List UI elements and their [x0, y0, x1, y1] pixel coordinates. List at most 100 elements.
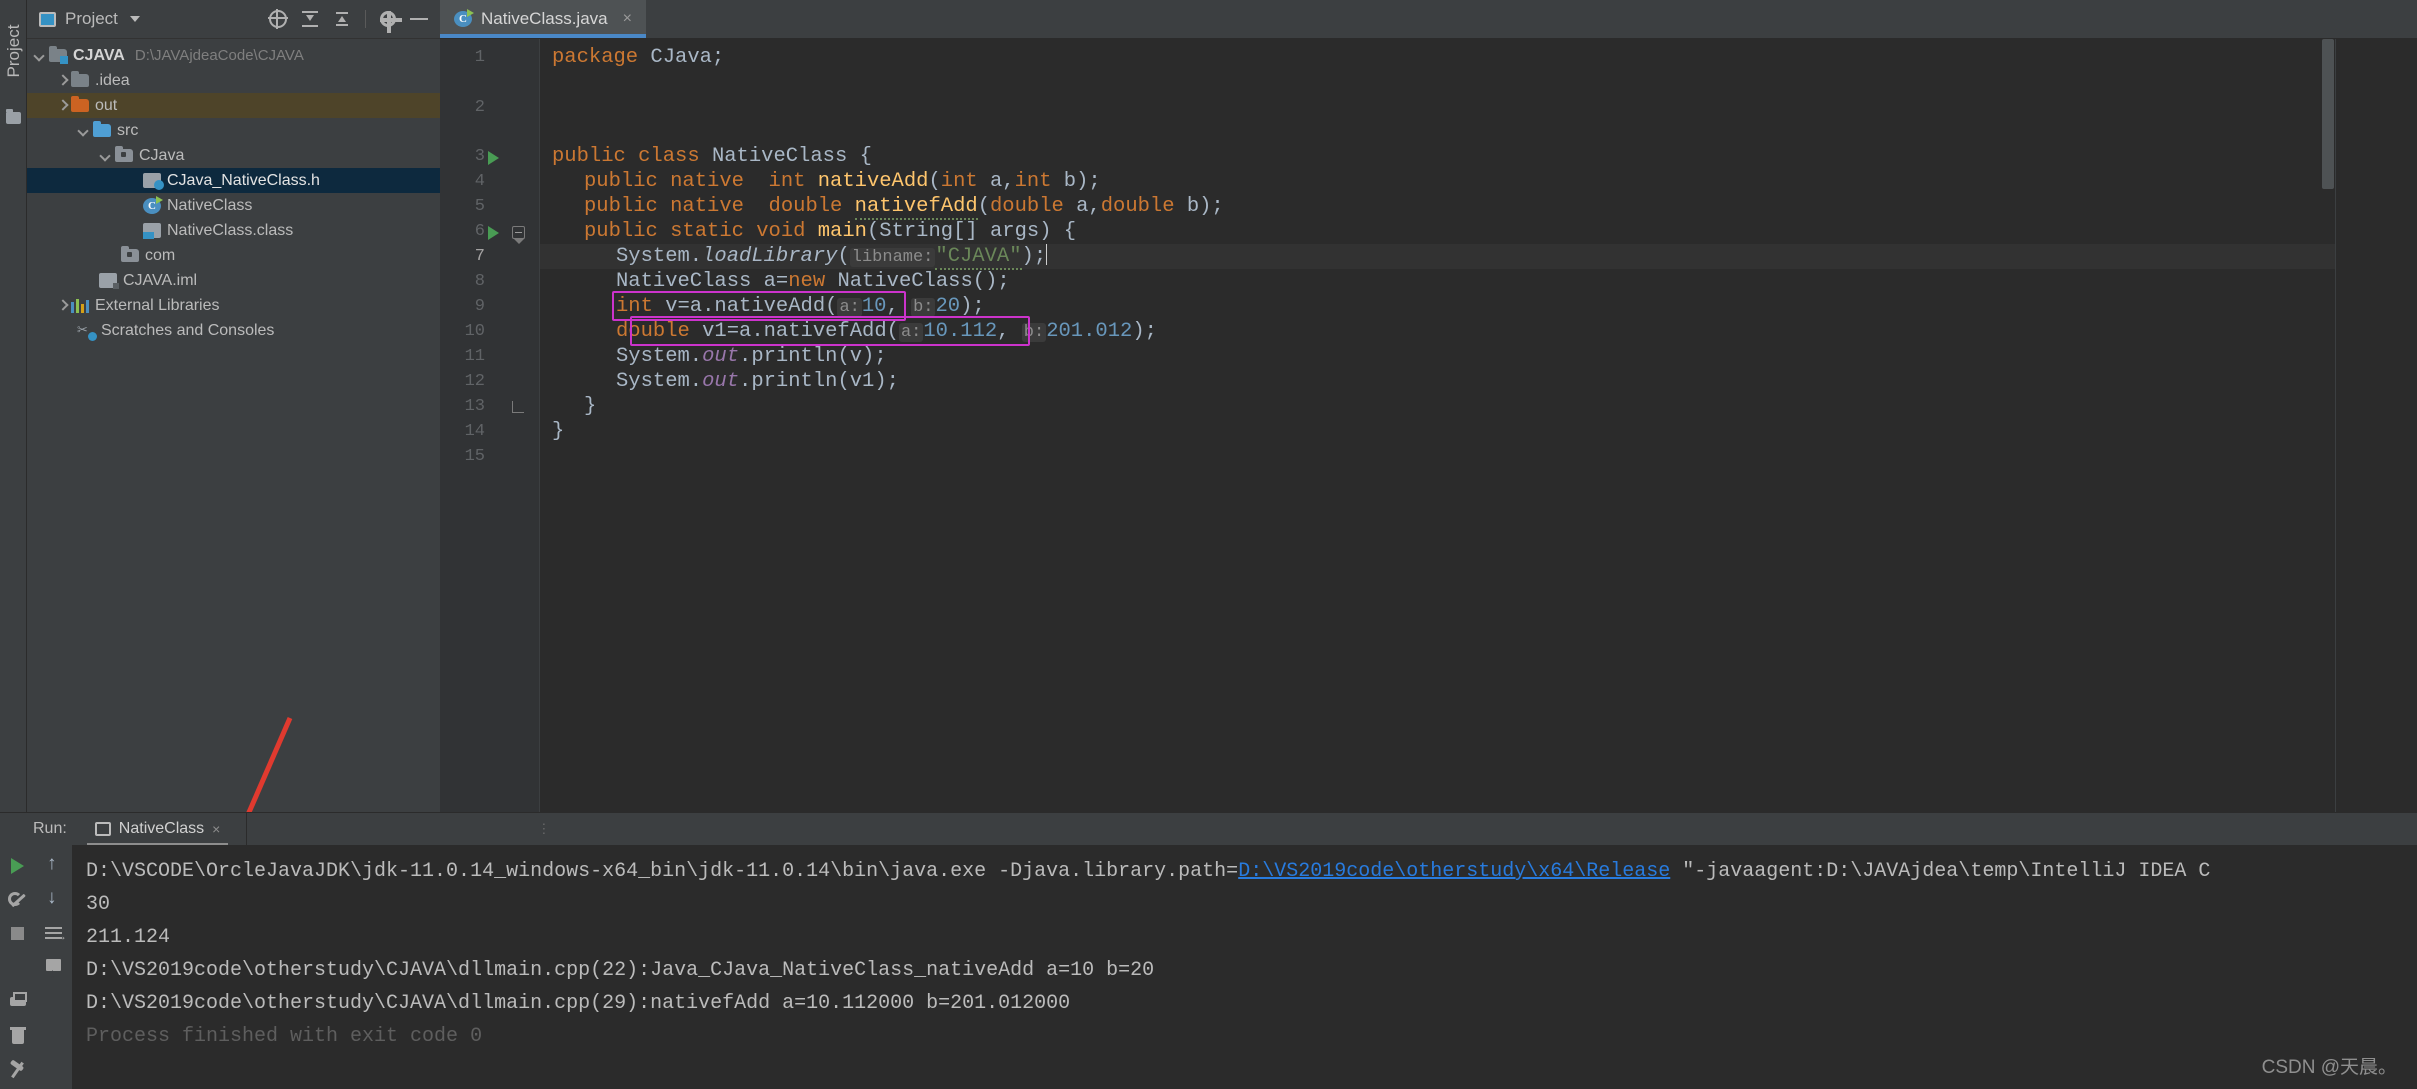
down-arrow-icon[interactable]: [43, 887, 65, 911]
tree-item-label: CJava: [139, 146, 185, 164]
code-keyword: double: [990, 195, 1064, 218]
tree-row[interactable]: out: [27, 93, 440, 118]
watermark: CSDN @天晨。: [2261, 1057, 2397, 1078]
line-number: 1: [474, 48, 485, 67]
tree-item-label: out: [95, 96, 118, 114]
line-number: 3: [474, 147, 485, 166]
tree-row[interactable]: com: [27, 243, 440, 268]
tree-row[interactable]: ✂ Scratches and Consoles: [27, 318, 440, 343]
rerun-play-icon[interactable]: [7, 855, 29, 877]
fold-end-icon[interactable]: [512, 401, 524, 413]
ide-window: Project Project CJAVA D:\JAVAjdeaCode\CJ…: [0, 0, 2417, 1089]
editor-tab-strip: C NativeClass.java ×: [440, 0, 2417, 39]
left-tool-strip: Project: [0, 0, 27, 812]
tree-row[interactable]: src: [27, 118, 440, 143]
code-editor[interactable]: 1 2 3 4 5 6 7 8 9 10 11 12 13 14 15 pack…: [440, 39, 2417, 812]
console-text: 211.124: [86, 926, 171, 949]
code-line-14: }: [552, 419, 564, 444]
code-line-11: System.out.println(v);: [616, 344, 887, 369]
chevron-down-icon[interactable]: [77, 124, 91, 138]
wrench-icon[interactable]: [7, 889, 29, 911]
run-tab-nativeclass[interactable]: NativeClass ×: [83, 813, 233, 846]
console-text: 30: [86, 893, 111, 916]
package-folder-icon: [115, 146, 133, 162]
toolbar-divider: [365, 10, 366, 28]
tree-item-label: CJava_NativeClass.h: [167, 171, 320, 189]
tree-row[interactable]: C NativeClass: [27, 193, 440, 218]
tree-row[interactable]: NativeClass.class: [27, 218, 440, 243]
line-number: 10: [464, 322, 485, 341]
tree-item-label: External Libraries: [95, 296, 220, 314]
code-text: (: [977, 195, 990, 218]
code-text: (: [837, 245, 850, 268]
tab-strip-filler: [645, 0, 2417, 38]
scroll-to-end-icon[interactable]: [43, 957, 65, 981]
code-keyword: double: [756, 195, 855, 218]
code-line-1: package CJava;: [552, 45, 724, 70]
run-gutter-icon[interactable]: [488, 226, 499, 240]
editor-error-stripe[interactable]: [2335, 39, 2417, 812]
line-number: 2: [474, 98, 485, 117]
locate-icon[interactable]: [268, 9, 288, 29]
spacer-icon: [43, 1025, 65, 1047]
fold-region-icon[interactable]: [512, 226, 525, 244]
console-text: Process finished with exit code 0: [86, 1025, 483, 1048]
code-number: 201.012: [1046, 320, 1133, 343]
console-link[interactable]: D:\VS2019code\otherstudy\x64\Release: [1238, 860, 1670, 883]
chevron-down-icon[interactable]: [129, 16, 140, 22]
chevron-right-icon[interactable]: [55, 74, 69, 88]
code-static-field: out: [702, 370, 740, 393]
trash-icon[interactable]: [7, 1025, 29, 1047]
collapse-all-icon[interactable]: [333, 10, 351, 28]
chevron-down-icon[interactable]: [99, 149, 113, 163]
code-text: NativeClass: [711, 145, 848, 168]
chevron-right-icon[interactable]: [55, 99, 69, 113]
structure-folder-icon[interactable]: [6, 109, 21, 124]
chevron-down-icon[interactable]: [33, 49, 47, 63]
tree-row[interactable]: .idea: [27, 68, 440, 93]
close-icon[interactable]: ×: [212, 821, 220, 837]
chevron-right-icon[interactable]: [55, 299, 69, 313]
code-text: System.: [616, 370, 703, 393]
minimize-icon[interactable]: [410, 10, 428, 28]
tree-item-path: D:\JAVAjdeaCode\CJAVA: [134, 47, 304, 64]
tree-row[interactable]: CJAVA D:\JAVAjdeaCode\CJAVA: [27, 43, 440, 68]
folder-orange-icon: [71, 96, 89, 112]
close-icon[interactable]: ×: [623, 11, 632, 27]
code-method: nativefAdd: [854, 195, 978, 220]
tree-row[interactable]: CJava: [27, 143, 440, 168]
pin-icon[interactable]: [7, 1059, 29, 1081]
run-gutter-icon[interactable]: [488, 151, 499, 165]
print-icon[interactable]: [7, 991, 29, 1013]
code-keyword: int: [940, 170, 978, 193]
tree-row[interactable]: CJAVA.iml: [27, 268, 440, 293]
code-line-12: System.out.println(v1);: [616, 369, 899, 394]
code-keyword: public static void: [584, 220, 818, 243]
run-panel: Run: NativeClass × ⋮ ↑ ↓ → ↓ D:\VSCODE\O…: [0, 812, 2417, 1089]
code-number: 20: [935, 295, 961, 318]
tree-item-label: CJAVA: [73, 46, 125, 64]
tree-row[interactable]: External Libraries: [27, 293, 440, 318]
code-text: CJava;: [638, 46, 725, 69]
console-output[interactable]: D:\VSCODE\OrcleJavaJDK\jdk-11.0.14_windo…: [72, 845, 2417, 1089]
code-text: b);: [1051, 170, 1101, 193]
code-keyword: int: [756, 170, 818, 193]
code-static-field: out: [702, 345, 740, 368]
line-number: 6: [474, 222, 485, 241]
spacer-icon: [43, 991, 65, 1013]
sidebar-tab-project[interactable]: Project: [0, 6, 27, 96]
gear-icon[interactable]: [380, 11, 402, 33]
editor-gutter[interactable]: 1 2 3 4 5 6 7 8 9 10 11 12 13 14 15: [440, 39, 540, 812]
scratches-icon: ✂: [77, 322, 97, 341]
editor-tab-nativeclass[interactable]: C NativeClass.java ×: [440, 0, 646, 38]
code-text-area[interactable]: package CJava; public class NativeClass …: [540, 39, 2417, 812]
editor-scrollbar[interactable]: [2322, 39, 2334, 189]
tree-row[interactable]: CJava_NativeClass.h: [27, 168, 440, 193]
up-arrow-icon[interactable]: [43, 853, 65, 877]
spacer-icon: [7, 957, 29, 979]
soft-wrap-icon[interactable]: [43, 923, 67, 945]
annotation-box-line10: [630, 316, 1030, 346]
expand-all-icon[interactable]: [301, 10, 319, 28]
stop-icon[interactable]: [7, 923, 29, 945]
code-text: a,: [977, 170, 1015, 193]
